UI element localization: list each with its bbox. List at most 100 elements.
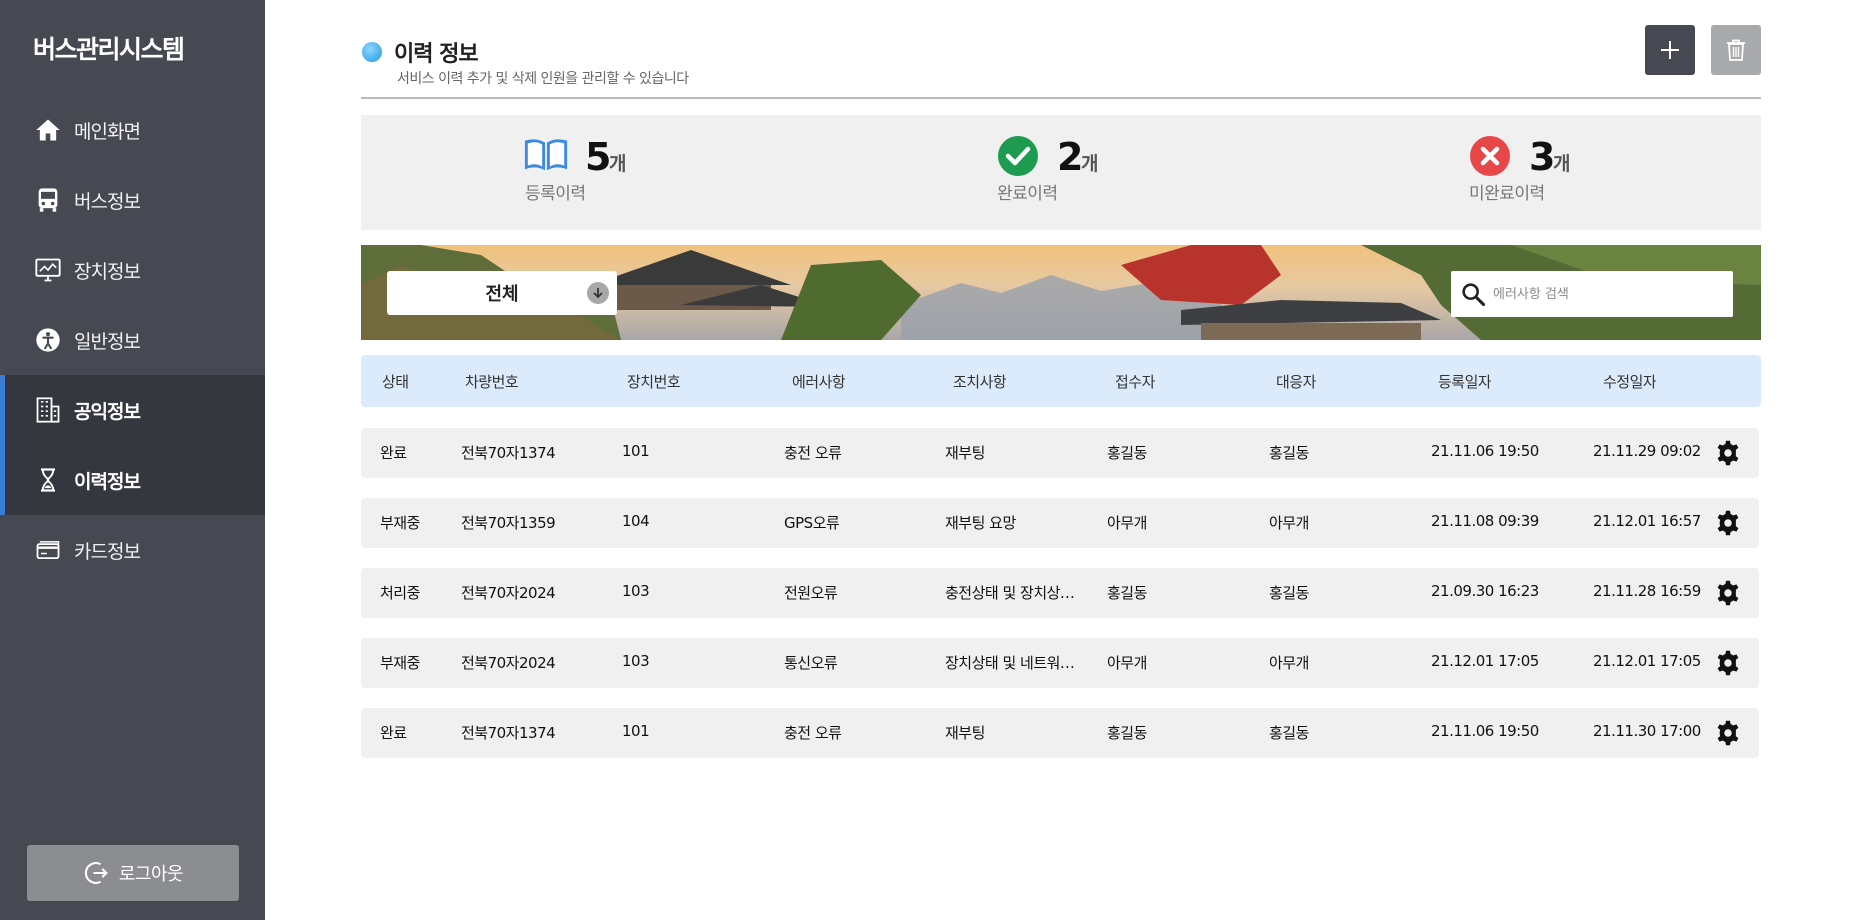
arrow-down-icon bbox=[587, 282, 609, 304]
sidebar-item-main[interactable]: 메인화면 bbox=[0, 95, 265, 165]
app-brand: 버스관리시스템 bbox=[33, 35, 185, 64]
app-root: 버스관리시스템 메인화면 버스정보 장치정보 일반정보 공익정보 이력정보 카드… bbox=[0, 0, 1860, 920]
stat-completed-label: 완료이력 bbox=[997, 184, 1058, 204]
action-cell: 충전상태 및 장치상… bbox=[945, 584, 1075, 602]
add-history-button[interactable] bbox=[1645, 25, 1695, 75]
vehicle-cell: 전북70자2024 bbox=[461, 654, 556, 672]
trash-icon bbox=[1727, 39, 1745, 61]
settings-gear-icon[interactable] bbox=[1714, 649, 1742, 677]
sidebar-item-label: 일반정보 bbox=[74, 330, 141, 353]
search-banner: 전체 bbox=[361, 245, 1761, 340]
sidebar-item-label: 메인화면 bbox=[74, 120, 141, 143]
sidebar-item-bus[interactable]: 버스정보 bbox=[0, 165, 265, 235]
responder-cell: 홍길동 bbox=[1269, 584, 1309, 602]
error-cell: GPS오류 bbox=[784, 514, 840, 532]
logout-icon bbox=[84, 862, 108, 884]
title-dot-icon bbox=[362, 42, 382, 62]
plus-icon bbox=[1661, 41, 1679, 59]
vehicle-cell: 전북70자2024 bbox=[461, 584, 556, 602]
status-filter-value: 전체 bbox=[485, 284, 519, 305]
sidebar-item-card[interactable]: 카드정보 bbox=[0, 515, 265, 585]
error-search-box[interactable] bbox=[1451, 271, 1733, 317]
sidebar-item-label: 장치정보 bbox=[74, 260, 141, 283]
action-cell: 장치상태 및 네트워… bbox=[945, 654, 1075, 672]
column-header: 수정일자 bbox=[1603, 373, 1657, 391]
column-header: 장치번호 bbox=[627, 373, 681, 391]
stat-incomplete-label: 미완료이력 bbox=[1469, 184, 1545, 204]
delete-history-button[interactable] bbox=[1711, 25, 1761, 75]
table-row[interactable]: 처리중 전북70자2024 103 전원오류 충전상태 및 장치상… 홍길동 홍… bbox=[361, 568, 1759, 618]
column-header: 에러사항 bbox=[792, 373, 846, 391]
status-filter-select[interactable]: 전체 bbox=[387, 271, 617, 315]
stats-panel: 5 개 등록이력 2 개 완료이력 3 개 미완료이력 bbox=[361, 115, 1761, 230]
error-cell: 전원오류 bbox=[784, 584, 838, 602]
vehicle-cell: 전북70자1374 bbox=[461, 724, 556, 742]
action-cell: 재부팅 bbox=[945, 724, 985, 742]
receiver-cell: 홍길동 bbox=[1107, 444, 1147, 462]
receiver-cell: 아무개 bbox=[1107, 654, 1147, 672]
registered-date-cell: 21.11.06 19:50 bbox=[1431, 722, 1539, 740]
building-icon bbox=[34, 396, 62, 424]
stat-incomplete-value: 3 bbox=[1529, 135, 1556, 179]
modified-date-cell: 21.12.01 16:57 bbox=[1593, 512, 1701, 530]
status-cell: 부재중 bbox=[380, 514, 420, 532]
sidebar-item-public[interactable]: 공익정보 bbox=[0, 375, 265, 445]
responder-cell: 홍길동 bbox=[1269, 444, 1309, 462]
receiver-cell: 아무개 bbox=[1107, 514, 1147, 532]
hourglass-icon bbox=[34, 466, 62, 494]
search-icon bbox=[1462, 283, 1486, 307]
stat-registered-label: 등록이력 bbox=[525, 184, 586, 204]
error-search-input[interactable] bbox=[1493, 286, 1723, 302]
table-row[interactable]: 부재중 전북70자1359 104 GPS오류 재부팅 요망 아무개 아무개 2… bbox=[361, 498, 1759, 548]
logout-label: 로그아웃 bbox=[118, 864, 184, 885]
column-header: 차량번호 bbox=[465, 373, 519, 391]
table-row[interactable]: 완료 전북70자1374 101 충전 오류 재부팅 홍길동 홍길동 21.11… bbox=[361, 428, 1759, 478]
modified-date-cell: 21.11.28 16:59 bbox=[1593, 582, 1701, 600]
status-cell: 처리중 bbox=[380, 584, 420, 602]
status-cell: 부재중 bbox=[380, 654, 420, 672]
action-cell: 재부팅 bbox=[945, 444, 985, 462]
stat-registered-value: 5 bbox=[585, 135, 612, 179]
book-icon bbox=[523, 135, 569, 177]
column-header: 접수자 bbox=[1115, 373, 1155, 391]
stat-registered-unit: 개 bbox=[609, 153, 627, 175]
page-title: 이력 정보 bbox=[394, 42, 479, 67]
modified-date-cell: 21.11.30 17:00 bbox=[1593, 722, 1701, 740]
device-cell: 103 bbox=[622, 582, 650, 600]
device-cell: 104 bbox=[622, 512, 650, 530]
registered-date-cell: 21.11.06 19:50 bbox=[1431, 442, 1539, 460]
sidebar-item-device[interactable]: 장치정보 bbox=[0, 235, 265, 305]
table-row[interactable]: 완료 전북70자1374 101 충전 오류 재부팅 홍길동 홍길동 21.11… bbox=[361, 708, 1759, 758]
page-subtitle: 서비스 이력 추가 및 삭제 인원을 관리할 수 있습니다 bbox=[397, 71, 689, 87]
settings-gear-icon[interactable] bbox=[1714, 579, 1742, 607]
sidebar-item-general[interactable]: 일반정보 bbox=[0, 305, 265, 375]
device-cell: 101 bbox=[622, 442, 650, 460]
sidebar-item-label: 공익정보 bbox=[74, 400, 141, 423]
column-header: 등록일자 bbox=[1438, 373, 1492, 391]
sidebar-item-label: 카드정보 bbox=[74, 540, 141, 563]
status-cell: 완료 bbox=[380, 444, 407, 462]
modified-date-cell: 21.12.01 17:05 bbox=[1593, 652, 1701, 670]
error-cell: 충전 오류 bbox=[784, 444, 842, 462]
bus-icon bbox=[34, 186, 62, 214]
column-header: 조치사항 bbox=[953, 373, 1007, 391]
settings-gear-icon[interactable] bbox=[1714, 719, 1742, 747]
monitor-icon bbox=[34, 256, 62, 284]
responder-cell: 홍길동 bbox=[1269, 724, 1309, 742]
receiver-cell: 홍길동 bbox=[1107, 584, 1147, 602]
header-divider bbox=[361, 97, 1761, 99]
device-cell: 101 bbox=[622, 722, 650, 740]
settings-gear-icon[interactable] bbox=[1714, 439, 1742, 467]
card-icon bbox=[34, 536, 62, 564]
registered-date-cell: 21.12.01 17:05 bbox=[1431, 652, 1539, 670]
home-icon bbox=[34, 116, 62, 144]
table-row[interactable]: 부재중 전북70자2024 103 통신오류 장치상태 및 네트워… 아무개 아… bbox=[361, 638, 1759, 688]
check-circle-icon bbox=[995, 135, 1041, 177]
settings-gear-icon[interactable] bbox=[1714, 509, 1742, 537]
registered-date-cell: 21.09.30 16:23 bbox=[1431, 582, 1539, 600]
x-circle-icon bbox=[1467, 135, 1513, 177]
responder-cell: 아무개 bbox=[1269, 514, 1309, 532]
column-header: 대응자 bbox=[1276, 373, 1316, 391]
logout-button[interactable]: 로그아웃 bbox=[27, 845, 239, 901]
sidebar-item-history[interactable]: 이력정보 bbox=[0, 445, 265, 515]
